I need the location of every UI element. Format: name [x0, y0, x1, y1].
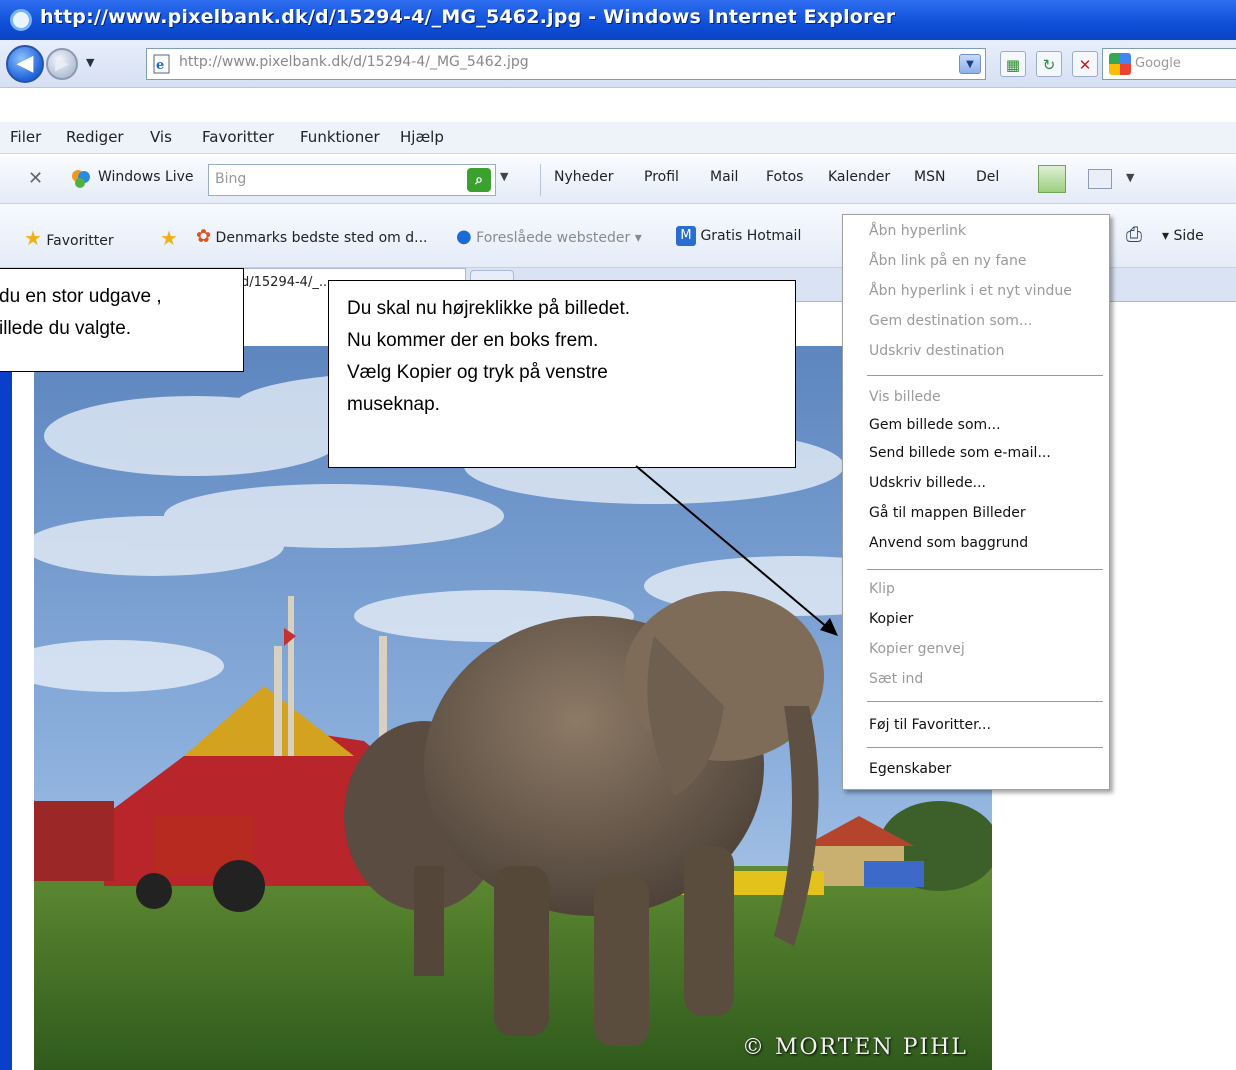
- menu-item-paste: Sæt ind: [869, 671, 924, 687]
- menu-separator: [867, 701, 1103, 702]
- arrow-right-icon: ▶: [55, 53, 69, 74]
- favorites-label: Favoritter: [46, 233, 114, 249]
- menu-view[interactable]: Vis: [150, 128, 172, 146]
- live-link-profile[interactable]: Profil: [644, 169, 679, 185]
- callout-main-line-3: Vælg Kopier og tryk på venstre: [347, 362, 608, 383]
- windows-live-icon: [72, 170, 90, 188]
- menu-item-open-hyperlink: Åbn hyperlink: [869, 223, 966, 239]
- bing-placeholder: Bing: [215, 171, 247, 187]
- search-go-icon[interactable]: ⌕: [467, 168, 491, 192]
- menu-item-open-link-new-window: Åbn hyperlink i et nyt vindue: [869, 283, 1072, 299]
- address-toolbar: ◀ ▶ ▼ e http://www.pixelbank.dk/d/15294-…: [0, 40, 1236, 88]
- suggested-sites-label: Foreslåede websteder ▾: [476, 230, 642, 246]
- callout-main-line-2: Nu kommer der en boks frem.: [347, 330, 599, 351]
- tab-title: d/15294-4/_...: [241, 275, 332, 290]
- menu-file[interactable]: Filer: [10, 128, 41, 146]
- hotmail-label: Gratis Hotmail: [700, 228, 802, 244]
- callout-main-line-1: Du skal nu højreklikke på billedet.: [347, 298, 631, 319]
- live-link-news[interactable]: Nyheder: [554, 169, 614, 185]
- title-bar: http://www.pixelbank.dk/d/15294-4/_MG_54…: [0, 0, 1236, 40]
- hotmail-icon: M: [676, 226, 696, 246]
- menu-item-set-background[interactable]: Anvend som baggrund: [869, 535, 1028, 551]
- menu-bar: Filer Rediger Vis Favoritter Funktioner …: [0, 122, 1236, 154]
- address-dropdown-icon[interactable]: ▼: [959, 54, 981, 74]
- search-options-dropdown-icon[interactable]: ▼: [500, 170, 508, 183]
- page-menu-label: Side: [1173, 228, 1204, 244]
- menu-item-email-picture[interactable]: Send billede som e-mail...: [869, 445, 1051, 461]
- search-box[interactable]: Google: [1102, 48, 1236, 80]
- menu-item-copy-shortcut: Kopier genvej: [869, 641, 965, 657]
- site-favicon-icon: ✿: [196, 226, 212, 247]
- window-frame-left: [0, 302, 12, 1070]
- google-icon: [1109, 53, 1131, 75]
- ie-logo-icon: [10, 9, 32, 31]
- live-link-mail[interactable]: Mail: [710, 169, 738, 185]
- menu-item-copy[interactable]: Kopier: [869, 611, 913, 627]
- compatibility-view-icon[interactable]: ▦: [1000, 51, 1026, 77]
- menu-item-properties[interactable]: Egenskaber: [869, 761, 951, 777]
- menu-item-add-favorites[interactable]: Føj til Favoritter...: [869, 717, 991, 733]
- mail-dropdown-icon[interactable]: ▼: [1126, 171, 1134, 184]
- callout-left-line-1: du en stor udgave ,: [0, 286, 162, 307]
- history-dropdown-icon[interactable]: ▼: [86, 56, 94, 69]
- toolbar-divider: [540, 164, 541, 196]
- back-button[interactable]: ◀: [6, 45, 44, 83]
- live-link-calendar[interactable]: Kalender: [828, 169, 890, 185]
- window-title: http://www.pixelbank.dk/d/15294-4/_MG_54…: [40, 6, 896, 28]
- callout-left-line-2: illede du valgte.: [0, 318, 132, 339]
- menu-edit[interactable]: Rediger: [66, 128, 124, 146]
- menu-item-cut: Klip: [869, 581, 895, 597]
- url-text: http://www.pixelbank.dk/d/15294-4/_MG_54…: [179, 54, 529, 70]
- menu-separator: [867, 375, 1103, 376]
- menu-tools[interactable]: Funktioner: [300, 128, 380, 146]
- favorites-button[interactable]: ★ Favoritter: [24, 226, 114, 250]
- live-link-photos[interactable]: Fotos: [766, 169, 803, 185]
- menu-item-go-to-pictures[interactable]: Gå til mappen Billeder: [869, 505, 1026, 521]
- arrow-left-icon: ◀: [16, 51, 34, 76]
- search-engine-label: Google: [1135, 56, 1181, 71]
- close-toolbar-icon[interactable]: ✕: [28, 168, 43, 189]
- refresh-icon[interactable]: ↻: [1036, 51, 1062, 77]
- page-icon: e: [153, 54, 170, 74]
- context-menu: Åbn hyperlink Åbn link på en ny fane Åbn…: [842, 214, 1110, 790]
- ie-favicon-icon: ●: [456, 226, 472, 247]
- forward-button[interactable]: ▶: [46, 48, 78, 80]
- photos-icon[interactable]: [1038, 165, 1066, 193]
- menu-item-print-picture[interactable]: Udskriv billede...: [869, 475, 986, 491]
- favorite-suggested-sites[interactable]: ● Foreslåede websteder ▾: [456, 226, 642, 247]
- favorite-hotmail[interactable]: M Gratis Hotmail: [676, 226, 801, 246]
- favorite-denmarks-label: Denmarks bedste sted om d...: [215, 230, 428, 246]
- menu-item-open-link-new-tab: Åbn link på en ny fane: [869, 253, 1027, 269]
- menu-separator: [867, 747, 1103, 748]
- menu-help[interactable]: Hjælp: [400, 128, 444, 146]
- mail-icon[interactable]: [1088, 169, 1112, 189]
- menu-item-print-target: Udskriv destination: [869, 343, 1005, 359]
- menu-item-show-picture: Vis billede: [869, 389, 941, 405]
- add-favorite-star-icon: ★: [160, 226, 178, 250]
- windows-live-toolbar: ✕ Windows Live Bing ⌕ ▼ Nyheder Profil M…: [0, 156, 1236, 204]
- svg-text:e: e: [156, 58, 164, 73]
- address-input[interactable]: e http://www.pixelbank.dk/d/15294-4/_MG_…: [146, 48, 986, 80]
- menu-item-save-picture[interactable]: Gem billede som...: [869, 417, 1001, 433]
- live-link-share[interactable]: Del: [976, 169, 999, 185]
- instruction-callout-left: du en stor udgave , illede du valgte.: [0, 268, 244, 372]
- callout-main-line-4: museknap.: [347, 394, 440, 415]
- print-icon[interactable]: ⎙: [1126, 222, 1142, 246]
- add-favorite-icon[interactable]: ★: [160, 226, 178, 250]
- windows-live-label[interactable]: Windows Live: [98, 169, 194, 185]
- stop-icon[interactable]: ✕: [1072, 51, 1098, 77]
- bing-search-input[interactable]: Bing ⌕: [208, 164, 496, 196]
- instruction-callout-main: Du skal nu højreklikke på billedet. Nu k…: [328, 280, 796, 468]
- photo-watermark: © MORTEN PIHL: [742, 1035, 968, 1060]
- favorite-denmarks[interactable]: ✿ Denmarks bedste sted om d...: [196, 226, 428, 247]
- menu-favorites[interactable]: Favoritter: [202, 128, 274, 146]
- page-menu[interactable]: ▾ Side: [1162, 228, 1204, 244]
- menu-separator: [867, 569, 1103, 570]
- favorites-star-icon: ★: [24, 226, 42, 250]
- menu-item-save-target: Gem destination som...: [869, 313, 1033, 329]
- live-link-msn[interactable]: MSN: [914, 169, 945, 185]
